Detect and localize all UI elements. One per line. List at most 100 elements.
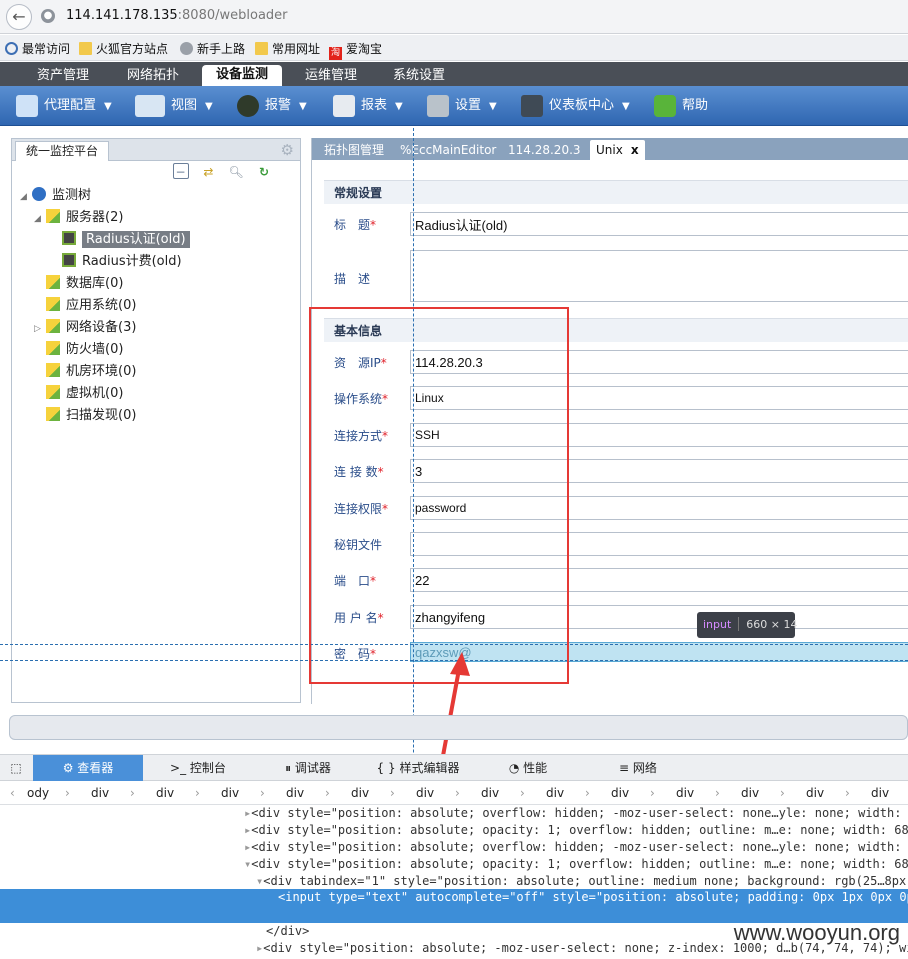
tree-node-database[interactable]: 数据库(0) [34,273,123,295]
markup-line[interactable]: ▸<div style="position: absolute; opacity… [0,822,908,839]
expand-arrow-icon: ▷ [34,324,41,334]
taobao-icon: 淘 [329,47,342,60]
breadcrumb-item[interactable]: div [871,786,889,800]
folder-icon [79,42,92,55]
title-field[interactable] [410,212,908,236]
tab-ip[interactable]: 114.28.20.3 [508,140,581,160]
breadcrumb-item[interactable]: div [806,786,824,800]
tab-assets[interactable]: 资产管理 [28,66,98,86]
markup-line-selected[interactable]: <input type="text" autocomplete="off" st… [0,889,908,923]
markup-line[interactable]: ▸<div style="position: absolute; overflo… [0,805,908,822]
tab-topology-mgmt[interactable]: 拓扑图管理 [324,140,384,160]
close-icon[interactable]: x [631,143,639,157]
alarm-button[interactable]: 报警 ▼ [237,94,307,118]
gear-icon[interactable]: ⚙ [281,141,294,159]
tab-network[interactable]: ≡ 网络 [583,755,693,781]
tree-root[interactable]: ◢ 监测树 [20,185,91,207]
console-icon: >_ [170,761,190,775]
back-button[interactable]: ← [6,4,32,30]
breadcrumb-item[interactable]: div [416,786,434,800]
description-field[interactable] [410,250,908,302]
swap-icon[interactable]: ⇄ [200,164,216,180]
tree-node-radius-auth[interactable]: Radius认证(old) [62,229,190,251]
settings-button[interactable]: 设置 ▼ [427,94,497,118]
breadcrumb-item[interactable]: div [91,786,109,800]
proxy-config-button[interactable]: 代理配置 ▼ [16,94,112,118]
address-field[interactable]: 114.141.178.135:8080/webloader [66,8,288,23]
breadcrumb-item[interactable]: div [221,786,239,800]
breadcrumb-item[interactable]: div [156,786,174,800]
gauge-icon: ◔ [508,761,524,775]
help-button[interactable]: 帮助 [654,94,708,118]
tab-monitoring[interactable]: 设备监测 [202,65,282,86]
tab-performance[interactable]: ◔ 性能 [473,755,583,781]
tab-topology[interactable]: 网络拓扑 [118,66,188,86]
url-host: 114.141.178.135 [66,8,178,23]
refresh-icon[interactable]: ↻ [256,164,272,180]
tab-debugger[interactable]: ⏸ 调试器 [253,755,363,781]
tree-node-vm[interactable]: 虚拟机(0) [34,383,123,405]
tab-unix[interactable]: Unix x [590,140,645,160]
globe-icon: ● [41,9,55,23]
tab-inspector[interactable]: ⚙ 查看器 [33,755,143,781]
bookmark-most-visited[interactable]: 最常访问 [5,40,70,57]
tree-node-apps[interactable]: 应用系统(0) [34,295,136,317]
breadcrumb-item[interactable]: div [286,786,304,800]
pick-element-icon[interactable]: ⬚ [4,755,28,781]
breadcrumb-item[interactable]: div [351,786,369,800]
tab-unified-platform[interactable]: 统一监控平台 [15,141,110,161]
tree-node-scan[interactable]: 扫描发现(0) [34,405,136,427]
search-icon[interactable]: 🔍︎ [228,164,244,180]
proxy-icon [16,94,38,117]
breadcrumb-item[interactable]: div [676,786,694,800]
tab-system[interactable]: 系统设置 [384,66,454,86]
chevron-left-icon[interactable]: ‹ [10,786,15,800]
monitor-tree-panel: 统一监控平台 ⚙ − ⇄ 🔍︎ ↻ ◢ 监测树 ◢ 服务器(2) Radius认证(… [11,138,301,703]
bookmark-taobao[interactable]: 淘爱淘宝 [329,40,382,60]
report-button[interactable]: 报表 ▼ [333,94,403,118]
tab-console[interactable]: >_ 控制台 [143,755,253,781]
tree-node-servers[interactable]: ◢ 服务器(2) [34,207,123,229]
chevron-down-icon: ▼ [489,101,497,112]
tree-node-radius-billing[interactable]: Radius计费(old) [62,251,182,273]
status-bar [9,715,908,740]
toolbar: 代理配置 ▼ 视图 ▼ 报警 ▼ 报表 ▼ 设置 ▼ 仪表板中心 ▼ 帮助 [0,86,908,126]
chevron-down-icon: ▼ [395,101,403,112]
bookmark-firefox[interactable]: 火狐官方站点 [79,40,168,57]
bookmark-common[interactable]: 常用网址 [255,40,320,57]
view-icon [135,94,165,117]
folder-icon [46,407,60,421]
markup-line[interactable]: ▾<div style="position: absolute; opacity… [0,856,908,873]
tab-ecc-editor[interactable]: %EccMainEditor [400,140,496,160]
markup-line[interactable]: ▾<div tabindex="1" style="position: abso… [0,873,908,890]
inspector-tooltip: input 660 × 14 [697,612,798,638]
globe-icon [180,42,193,55]
bookmark-getting-started[interactable]: 新手上路 [180,40,245,57]
dashboard-button[interactable]: 仪表板中心 ▼ [521,94,630,118]
folder-icon [46,341,60,355]
tree-node-firewall[interactable]: 防火墙(0) [34,339,123,361]
breadcrumb-item[interactable]: div [481,786,499,800]
tree-node-room[interactable]: 机房环境(0) [34,361,136,383]
description-label: 描 述 [334,272,371,286]
breadcrumb-item[interactable]: ody [27,786,49,800]
breadcrumb-item[interactable]: div [611,786,629,800]
tools-icon [427,94,449,117]
report-icon [333,94,355,117]
view-button[interactable]: 视图 ▼ [135,94,213,118]
collapse-arrow-icon: ◢ [20,192,27,202]
breadcrumb-item[interactable]: div [741,786,759,800]
markup-line[interactable]: ▸<div style="position: absolute; overflo… [0,839,908,856]
editor-tabs: 拓扑图管理 %EccMainEditor 114.28.20.3 Unix x [312,138,908,160]
tree-node-network[interactable]: ▷ 网络设备(3) [34,317,136,339]
folder-icon [46,319,60,333]
collapse-icon[interactable]: − [172,163,189,179]
tab-ops[interactable]: 运维管理 [296,66,366,86]
tab-style-editor[interactable]: { } 样式编辑器 [363,755,473,781]
breadcrumb-item[interactable]: div [546,786,564,800]
chevron-down-icon: ▼ [205,101,213,112]
pause-icon: ⏸ [285,761,295,775]
app-tabs: 资产管理 网络拓扑 设备监测 运维管理 系统设置 [0,62,908,86]
title-label: 标 题* [334,218,377,232]
chevron-down-icon: ▼ [299,101,307,112]
